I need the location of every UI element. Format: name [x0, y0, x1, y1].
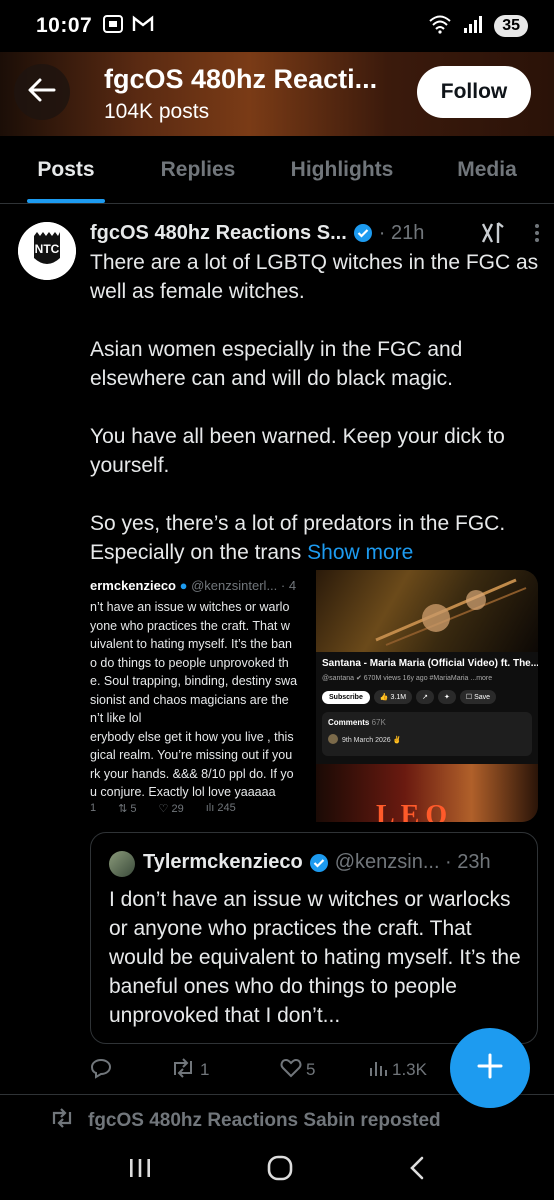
- grok-icon[interactable]: [480, 221, 506, 245]
- compose-button[interactable]: [450, 1028, 530, 1108]
- like-chip: 👍 3.1M: [373, 690, 413, 704]
- embedded-tweet-header: ermckenzieco ● @kenzsinterl... · 4: [90, 578, 296, 593]
- embedded-stat-reposts: ⇅ 5: [118, 803, 137, 815]
- embedded-handle: @kenzsinterl... · 4: [191, 578, 297, 593]
- like-count: 5: [306, 1060, 316, 1079]
- repost-notice-text: fgcOS 480hz Reactions Sabin reposted: [88, 1110, 441, 1131]
- wifi-icon: [428, 14, 452, 39]
- screenshot-icon: [102, 14, 124, 39]
- embedded-stats: 1 ⇅ 5 ♡ 29 ılı 245: [90, 802, 312, 815]
- plus-icon: [475, 1051, 505, 1086]
- embedded-line: n’t have an issue w witches or warlo: [90, 600, 290, 614]
- media-screenshot-left[interactable]: ermckenzieco ● @kenzsinterl... · 4 n’t h…: [90, 570, 312, 822]
- avatar[interactable]: NTC: [18, 222, 76, 280]
- post-paragraph: You have all been warned. Keep your dick…: [90, 425, 505, 477]
- post-paragraph: There are a lot of LGBTQ witches in the …: [90, 251, 539, 303]
- embedded-line: yone who practices the craft. That w: [90, 618, 290, 633]
- quoted-post[interactable]: Tylermckenzieco @kenzsin... · 23h I don’…: [90, 832, 538, 1044]
- post-paragraph: Asian women especially in the FGC and el…: [90, 338, 463, 390]
- views-icon: [368, 1058, 388, 1083]
- signal-icon: [462, 14, 484, 39]
- post-paragraph: So yes, there’s a lot of predators in th…: [90, 512, 506, 564]
- home-button[interactable]: [266, 1154, 294, 1187]
- status-time: 10:07: [36, 14, 93, 37]
- back-nav-button[interactable]: [407, 1155, 427, 1186]
- tab-posts[interactable]: Posts: [0, 136, 132, 203]
- embedded-stat-likes: ♡ 29: [158, 803, 184, 815]
- reply-button[interactable]: [90, 1057, 170, 1084]
- embedded-stat-views: ılı 245: [205, 802, 236, 814]
- repost-count: 1: [200, 1060, 210, 1079]
- media-screenshot-right[interactable]: Santana - Maria Maria (Official Video) f…: [316, 570, 538, 822]
- quoted-handle: @kenzsin... · 23h: [334, 851, 491, 873]
- quoted-text: I don’t have an issue w witches or warlo…: [109, 888, 521, 1027]
- repost-notice[interactable]: fgcOS 480hz Reactions Sabin reposted: [50, 1108, 441, 1134]
- subscribe-button: Subscribe: [322, 690, 370, 704]
- video-thumbnail: [316, 570, 538, 652]
- quoted-verified-icon: [309, 853, 329, 873]
- status-bar: 10:07 35: [0, 0, 554, 52]
- recent-apps-button[interactable]: [127, 1156, 153, 1185]
- system-nav-bar: [0, 1140, 554, 1200]
- like-button[interactable]: 5: [280, 1058, 368, 1083]
- share-chip-icon: ↗: [416, 690, 434, 704]
- embedded-verified-icon: ●: [179, 578, 188, 593]
- embedded-text: n’t have an issue w witches or warlo yon…: [90, 598, 312, 802]
- profile-title: fgcOS 480hz Reacti...: [104, 64, 378, 94]
- repost-icon: [170, 1057, 196, 1084]
- heart-icon: [280, 1058, 302, 1083]
- embedded-line: uivalent to hating myself. It’s the ban: [90, 637, 292, 651]
- gmail-icon: [132, 15, 154, 38]
- save-chip: ☐ Save: [459, 690, 497, 704]
- follow-button[interactable]: Follow: [417, 66, 531, 118]
- quoted-author: Tylermckenzieco: [143, 851, 303, 873]
- next-video-thumbnail: LEO: [316, 764, 538, 822]
- embedded-line: rk your hands. &&& 8/10 ppl do. If yo: [90, 766, 294, 781]
- embedded-stat: 1: [90, 802, 97, 814]
- arrow-left-icon: [27, 77, 57, 108]
- profile-tabs: Posts Replies Highlights Media: [0, 136, 554, 204]
- embedded-line: gical realm. You’re missing out if you: [90, 748, 293, 762]
- sparkle-chip-icon: ✦: [437, 690, 456, 704]
- embedded-line: sionist and chaos magicians are the: [90, 692, 289, 707]
- comment-text: 9th March 2026 ✌: [342, 737, 402, 744]
- post-header: fgcOS 480hz Reactions S... · 21h: [90, 218, 540, 248]
- posts-count: 104K posts: [104, 100, 210, 123]
- tab-highlights[interactable]: Highlights: [264, 136, 420, 203]
- profile-header: fgcOS 480hz Reacti... 104K posts Follow: [0, 52, 554, 136]
- reply-icon: [90, 1057, 112, 1084]
- comments-count: 67K: [371, 718, 386, 727]
- commenter-avatar: [328, 734, 338, 744]
- post-paragraph-last: So yes, there’s a lot of predators in th…: [90, 509, 540, 567]
- video-title: Santana - Maria Maria (Official Video) f…: [322, 658, 538, 669]
- post-time: · 21h: [378, 221, 425, 244]
- comments-label: Comments: [328, 718, 370, 727]
- back-button[interactable]: [14, 64, 70, 120]
- thumb-text: LEO: [376, 800, 454, 822]
- quoted-avatar: [109, 851, 135, 877]
- repost-icon: [50, 1108, 74, 1134]
- embedded-line: e. Soul trapping, binding, destiny swa: [90, 674, 298, 688]
- tab-replies[interactable]: Replies: [132, 136, 264, 203]
- embedded-line: erybody else get it how you live , this: [90, 729, 294, 744]
- post-body: There are a lot of LGBTQ witches in the …: [90, 248, 540, 567]
- battery-icon: 35: [494, 15, 528, 37]
- show-more-link[interactable]: Show more: [307, 541, 413, 564]
- svg-text:NTC: NTC: [35, 242, 60, 256]
- verified-badge-icon: [353, 223, 373, 243]
- tab-media[interactable]: Media: [420, 136, 554, 203]
- embedded-line: o do things to people unprovoked th: [90, 655, 289, 670]
- views-count: 1.3K: [392, 1060, 427, 1079]
- video-actions: Subscribe 👍 3.1M ↗ ✦ ☐ Save: [322, 690, 497, 704]
- media-grid[interactable]: ermckenzieco ● @kenzsinterl... · 4 n’t h…: [90, 570, 538, 822]
- video-meta: @santana ✔ 670M views 16y ago #MariaMari…: [322, 675, 493, 682]
- repost-button[interactable]: 1: [170, 1057, 280, 1084]
- quoted-header: Tylermckenzieco @kenzsin... · 23h: [143, 851, 523, 874]
- embedded-name: ermckenzieco: [90, 578, 176, 593]
- video-comments: Comments 67K 9th March 2026 ✌: [322, 712, 532, 756]
- embedded-line: n’t like lol: [90, 711, 142, 725]
- embedded-line: u conjure. Exactly lol love yaaaaa: [90, 785, 276, 799]
- more-options-icon[interactable]: [534, 222, 540, 244]
- author-name[interactable]: fgcOS 480hz Reactions S...: [90, 222, 347, 245]
